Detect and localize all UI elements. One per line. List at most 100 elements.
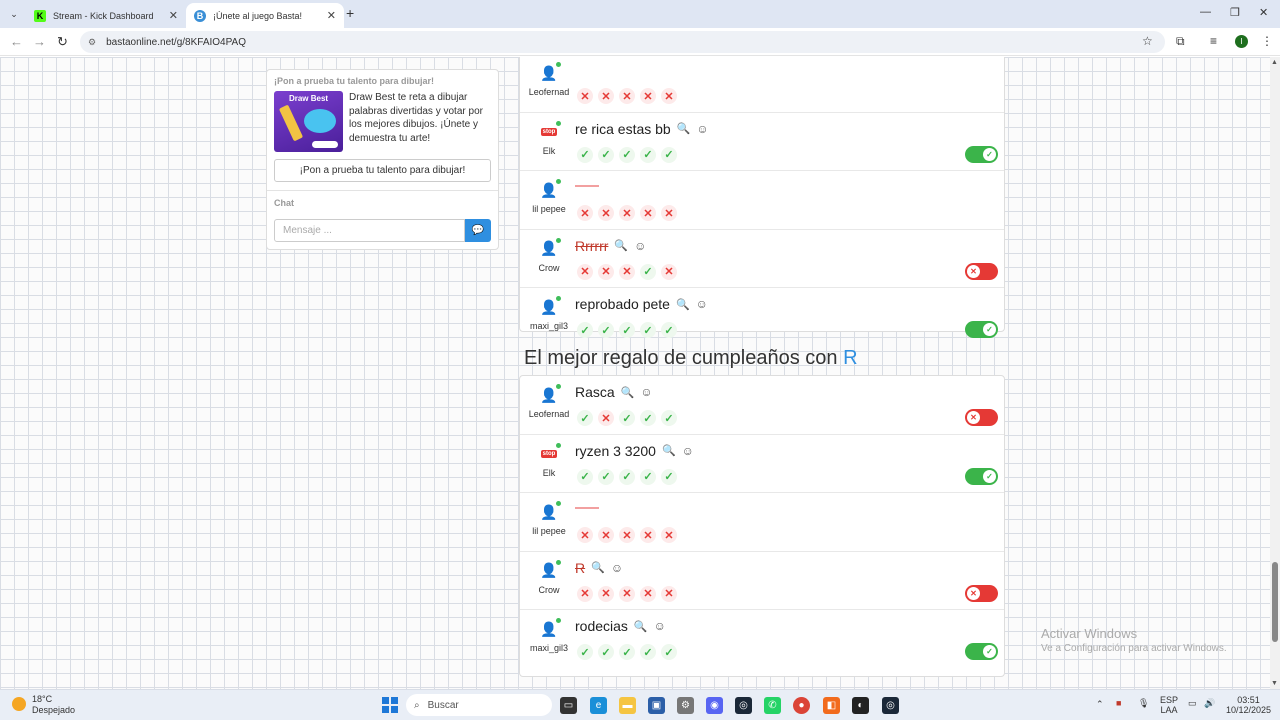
vote-check-icon: ✓ — [598, 322, 614, 338]
vote-toggle[interactable]: ✓ — [965, 145, 998, 163]
tab-search-chevron-icon[interactable]: ⌄ — [6, 6, 22, 22]
streaming-app-icon[interactable]: ◐ — [852, 697, 869, 714]
vote-check-icon: ✓ — [661, 468, 677, 485]
search-answer-icon[interactable]: 🔍 — [634, 620, 648, 633]
tray-chevron-up-icon[interactable]: ⌃ — [1096, 699, 1104, 709]
weather-widget[interactable]: 18°C Despejado — [12, 694, 75, 716]
network-icon[interactable]: ▭ — [1188, 698, 1197, 708]
vote-check-icon: ✓ — [640, 146, 656, 163]
category-title: El mejor regalo de cumpleaños con R — [524, 347, 858, 369]
draw-best-button[interactable]: ¡Pon a prueba tu talento para dibujar! — [274, 159, 491, 182]
tab-basta[interactable]: B ¡Únete al juego Basta! ✕ — [186, 3, 344, 28]
toggle-cross-icon: ✕ — [967, 411, 980, 424]
vote-toggle[interactable]: ✓ — [965, 643, 998, 660]
search-answer-icon[interactable]: 🔍 — [662, 444, 676, 457]
reaction-face-icon[interactable]: ☺ — [654, 619, 666, 633]
close-window-icon[interactable]: ✕ — [1259, 6, 1268, 19]
store-icon[interactable]: ▣ — [648, 697, 665, 714]
reaction-face-icon[interactable]: ☺ — [634, 239, 646, 253]
steam-icon[interactable]: ◎ — [735, 697, 752, 714]
tray-app-icon[interactable]: ■ — [1116, 698, 1121, 708]
vote-check-icon: ✓ — [619, 322, 635, 338]
chat-message-input[interactable] — [274, 219, 466, 242]
votes: ✕ ✕ ✕ ✓ ✕ — [577, 263, 677, 280]
whatsapp-icon[interactable]: ✆ — [764, 697, 781, 714]
player-name: Crow — [538, 262, 560, 273]
reaction-face-icon[interactable]: ☺ — [696, 297, 708, 311]
microphone-icon[interactable]: 🎙 — [1138, 698, 1149, 708]
person-icon: 👤 — [540, 240, 558, 256]
search-answer-icon[interactable]: 🔍 — [621, 386, 635, 399]
answer: reprobado pete 🔍 ☺ — [575, 296, 708, 312]
avatar: stop — [537, 120, 561, 143]
reaction-face-icon[interactable]: ☺ — [640, 385, 652, 399]
forward-arrow-icon[interactable]: → — [33, 34, 46, 49]
vote-check-icon: ✓ — [640, 468, 656, 485]
obs-like-app-icon[interactable]: ◧ — [823, 697, 840, 714]
bookmark-star-icon[interactable]: ☆ — [1142, 34, 1153, 48]
profile-avatar[interactable]: I — [1235, 35, 1248, 48]
page-scrollbar[interactable]: ▲ ▼ — [1270, 57, 1280, 689]
vote-toggle[interactable]: ✕ — [965, 262, 998, 280]
discord-icon[interactable]: ◉ — [706, 697, 723, 714]
edge-icon[interactable]: e — [590, 697, 607, 714]
player-name: Leofernad — [528, 87, 570, 97]
clock[interactable]: 03:51 10/12/2025 — [1226, 695, 1271, 715]
close-tab-icon[interactable]: ✕ — [169, 9, 178, 22]
vote-cross-icon: ✕ — [661, 527, 677, 543]
minimize-icon[interactable]: — — [1200, 6, 1211, 18]
tab-kick-dashboard[interactable]: K Stream - Kick Dashboard ✕ — [26, 3, 186, 28]
promo-image-label: Draw Best — [288, 94, 329, 103]
person-icon: 👤 — [540, 562, 558, 578]
back-arrow-icon[interactable]: ← — [10, 34, 23, 49]
player: 👤 lil pepee — [524, 501, 574, 536]
vote-toggle[interactable]: ✓ — [965, 321, 998, 338]
weather-desc: Despejado — [32, 705, 76, 715]
draw-best-image[interactable]: Draw Best — [274, 91, 343, 152]
scrollbar-thumb[interactable] — [1272, 562, 1278, 642]
taskbar-search[interactable]: ⌕ Buscar — [406, 694, 552, 716]
reload-icon[interactable]: ↻ — [57, 34, 68, 50]
media-controls-icon[interactable]: ≡ — [1210, 34, 1217, 48]
restore-icon[interactable]: ❐ — [1230, 6, 1240, 19]
vote-toggle[interactable]: ✕ — [965, 409, 998, 426]
close-tab-icon[interactable]: ✕ — [327, 9, 336, 22]
vote-toggle[interactable]: ✕ — [965, 584, 998, 602]
language-indicator[interactable]: ESP LAA — [1160, 695, 1178, 715]
task-view-icon[interactable]: ▭ — [560, 697, 577, 714]
vote-toggle[interactable]: ✓ — [965, 467, 998, 485]
player-name: Elk — [542, 145, 556, 156]
search-answer-icon[interactable]: 🔍 — [677, 122, 691, 135]
browser-menu-icon[interactable]: ⋮ — [1261, 34, 1273, 48]
player: 👤 Leofernad — [524, 384, 574, 419]
scroll-up-icon[interactable]: ▲ — [1271, 59, 1278, 66]
answer: re rica estas bb 🔍 ☺ — [575, 121, 709, 137]
answer-row: 👤 maxi_gil3 rodecias 🔍 ☺ ✓ ✓ ✓ ✓ ✓ ✓ — [520, 610, 1004, 669]
scroll-down-icon[interactable]: ▼ — [1271, 680, 1278, 687]
search-answer-icon[interactable]: 🔍 — [676, 298, 690, 311]
answers-panel-1: 👤 Leofernad ✕ ✕ ✕ ✕ ✕ stop Elk re rica estas bb 🔍 ☺… — [519, 57, 1005, 338]
site-info-icon[interactable]: ⚙ — [88, 37, 96, 48]
chrome-icon[interactable]: ● — [793, 697, 810, 714]
chat-send-button[interactable]: 💬 — [465, 219, 491, 242]
volume-icon[interactable]: 🔊 — [1204, 698, 1215, 708]
steam-running-icon[interactable]: ◎ — [882, 697, 899, 714]
vote-cross-icon: ✕ — [619, 88, 635, 104]
vote-check-icon: ✓ — [661, 644, 677, 660]
reaction-face-icon[interactable]: ☺ — [682, 444, 694, 458]
search-answer-icon[interactable]: 🔍 — [591, 561, 605, 574]
reaction-face-icon[interactable]: ☺ — [611, 561, 623, 575]
search-answer-icon[interactable]: 🔍 — [614, 239, 628, 252]
settings-gear-icon[interactable]: ⚙ — [677, 697, 694, 714]
extensions-icon[interactable]: ⧉ — [1176, 34, 1185, 49]
file-explorer-icon[interactable]: ▬ — [619, 697, 636, 714]
answer-row: 👤 maxi_gil3 reprobado pete 🔍 ☺ ✓ ✓ ✓ ✓ ✓ ✓ — [520, 288, 1004, 347]
answer: R 🔍 ☺ — [575, 560, 623, 576]
address-bar[interactable]: ⚙ bastaonline.net/g/8KFAIO4PAQ — [80, 31, 1165, 53]
vote-check-icon: ✓ — [619, 468, 635, 485]
reaction-face-icon[interactable]: ☺ — [696, 122, 708, 136]
new-tab-plus-icon[interactable]: + — [346, 5, 354, 21]
vote-cross-icon: ✕ — [598, 263, 614, 280]
answer-row: 👤 lil pepee ✕ ✕ ✕ ✕ ✕ — [520, 493, 1004, 552]
windows-start-icon[interactable] — [382, 697, 398, 713]
